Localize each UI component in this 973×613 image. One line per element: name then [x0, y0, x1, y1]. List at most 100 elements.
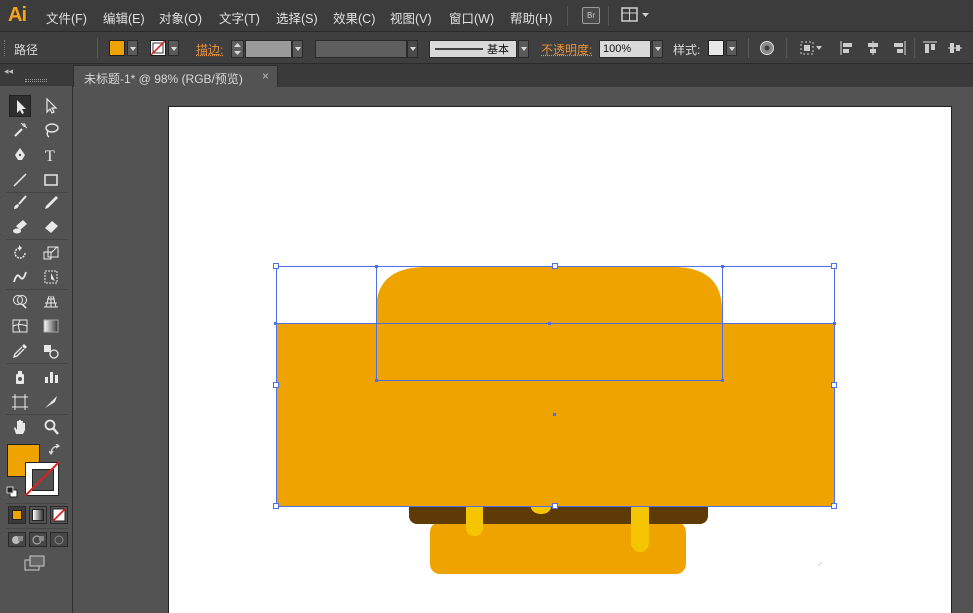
- symbol-sprayer-tool-button[interactable]: [9, 366, 31, 388]
- style-label: 样式:: [673, 43, 701, 57]
- graphic-style-dropdown[interactable]: [726, 40, 737, 56]
- opacity-label[interactable]: 不透明度:: [541, 41, 592, 58]
- stroke-color-swatch[interactable]: [150, 40, 166, 56]
- menu-edit[interactable]: 编辑(E): [103, 8, 145, 27]
- variable-width-dropdown[interactable]: [407, 40, 418, 58]
- rectangle-tool-button[interactable]: [40, 169, 62, 191]
- pencil-tool-button[interactable]: [40, 192, 62, 214]
- stroke-weight-dropdown[interactable]: [292, 40, 303, 58]
- stroke-weight-label[interactable]: 描边:: [196, 41, 223, 58]
- tool-separator: [6, 528, 68, 529]
- eyedropper-tool-button[interactable]: [9, 340, 31, 362]
- menu-help[interactable]: 帮助(H): [510, 8, 552, 27]
- type-tool-button[interactable]: T: [40, 144, 62, 166]
- scale-tool-button[interactable]: [40, 242, 62, 264]
- gradient-mode-icon: [32, 509, 44, 521]
- zoom-tool-button[interactable]: [40, 416, 62, 438]
- shape-builder-tool-button[interactable]: [9, 290, 31, 312]
- magic-wand-tool-button[interactable]: [9, 119, 31, 141]
- pen-tool-icon: [15, 148, 25, 160]
- bridge-button[interactable]: Br: [582, 7, 600, 24]
- gradient-tool-button[interactable]: [40, 315, 62, 337]
- default-fill-stroke-icon[interactable]: [6, 486, 18, 498]
- opacity-dropdown[interactable]: [652, 40, 663, 58]
- warp-tool-icon: [13, 271, 27, 283]
- control-bar-grip[interactable]: [4, 40, 7, 56]
- stroke-dropdown[interactable]: [168, 40, 179, 56]
- column-graph-tool-button[interactable]: [40, 366, 62, 388]
- menu-view[interactable]: 视图(V): [390, 8, 432, 27]
- lasso-tool-button[interactable]: [40, 119, 62, 141]
- selection-tool-button[interactable]: [9, 95, 31, 117]
- align-top-button[interactable]: [922, 40, 938, 56]
- draw-behind-button[interactable]: [29, 532, 47, 547]
- mesh-tool-button[interactable]: [9, 315, 31, 337]
- screen-mode-button[interactable]: [23, 554, 47, 572]
- slice-tool-button[interactable]: [40, 391, 62, 413]
- align-center-button[interactable]: [865, 40, 881, 56]
- recolor-artwork-button[interactable]: [759, 40, 775, 56]
- menu-effect[interactable]: 效果(C): [333, 8, 375, 27]
- panel-grip[interactable]: [25, 79, 47, 82]
- free-transform-tool-button[interactable]: [40, 266, 62, 288]
- stroke-weight-input[interactable]: [245, 40, 292, 58]
- stroke-line-icon: [435, 48, 483, 50]
- control-separator: [97, 38, 98, 58]
- warp-tool-button[interactable]: [9, 266, 31, 288]
- document-tab[interactable]: 未标题-1* @ 98% (RGB/预览) ×: [73, 65, 278, 87]
- stepper-arrows-icon: [234, 43, 241, 55]
- tool-separator: [6, 503, 68, 504]
- color-mode-button[interactable]: [8, 506, 26, 524]
- zoom-tool-icon: [44, 419, 59, 435]
- control-separator: [786, 38, 787, 58]
- svg-text:T: T: [45, 148, 55, 164]
- paintbrush-tool-button[interactable]: [9, 192, 31, 214]
- align-vertical-center-button[interactable]: [947, 40, 963, 56]
- artboard[interactable]: [168, 106, 952, 613]
- menu-window[interactable]: 窗口(W): [449, 8, 494, 27]
- stroke-weight-stepper[interactable]: [231, 40, 244, 58]
- swap-fill-stroke-icon[interactable]: [48, 443, 61, 456]
- align-to-selection-button[interactable]: [799, 40, 825, 56]
- arrange-documents-icon: [621, 7, 649, 22]
- draw-normal-button[interactable]: [8, 532, 26, 547]
- color-mode-icon: [12, 510, 22, 520]
- column-graph-tool-icon: [45, 372, 58, 383]
- pen-tool-button[interactable]: [9, 144, 31, 166]
- fill-color-swatch[interactable]: [109, 40, 125, 56]
- canvas-area[interactable]: [73, 87, 973, 613]
- graphic-style-swatch[interactable]: [708, 40, 724, 56]
- arrange-documents-button[interactable]: [621, 7, 651, 25]
- stroke-swatch[interactable]: [25, 462, 59, 496]
- blend-tool-button[interactable]: [40, 340, 62, 362]
- draw-inside-button[interactable]: [50, 532, 68, 547]
- align-right-button[interactable]: [891, 40, 907, 56]
- artboard-tool-button[interactable]: [9, 391, 31, 413]
- gradient-mode-button[interactable]: [29, 506, 47, 524]
- line-segment-tool-button[interactable]: [9, 169, 31, 191]
- brush-definition-field[interactable]: 基本: [429, 40, 517, 58]
- menu-file[interactable]: 文件(F): [46, 8, 87, 27]
- variable-width-profile[interactable]: [315, 40, 407, 58]
- align-vertical-center-icon: [948, 43, 962, 53]
- rotate-tool-button[interactable]: [9, 242, 31, 264]
- menu-select[interactable]: 选择(S): [276, 8, 318, 27]
- close-tab-icon[interactable]: ×: [262, 69, 269, 83]
- opacity-input[interactable]: 100%: [599, 40, 651, 58]
- brush-definition-dropdown[interactable]: [518, 40, 529, 58]
- blob-brush-tool-button[interactable]: [9, 216, 31, 238]
- align-left-button[interactable]: [839, 40, 855, 56]
- eraser-tool-button[interactable]: [40, 216, 62, 238]
- direct-selection-tool-button[interactable]: [40, 95, 62, 117]
- collapse-panel-icon[interactable]: ◂◂: [4, 66, 13, 77]
- eraser-tool-icon: [45, 221, 58, 233]
- menu-type[interactable]: 文字(T): [219, 8, 260, 27]
- draw-behind-icon: [32, 535, 44, 545]
- perspective-grid-tool-button[interactable]: [40, 290, 62, 312]
- menu-object[interactable]: 对象(O): [159, 8, 202, 27]
- fill-dropdown[interactable]: [127, 40, 138, 56]
- hand-tool-button[interactable]: [9, 416, 31, 438]
- gradient-tool-icon: [43, 319, 59, 333]
- none-mode-button[interactable]: [50, 506, 68, 524]
- rectangle-tool-icon: [44, 174, 58, 186]
